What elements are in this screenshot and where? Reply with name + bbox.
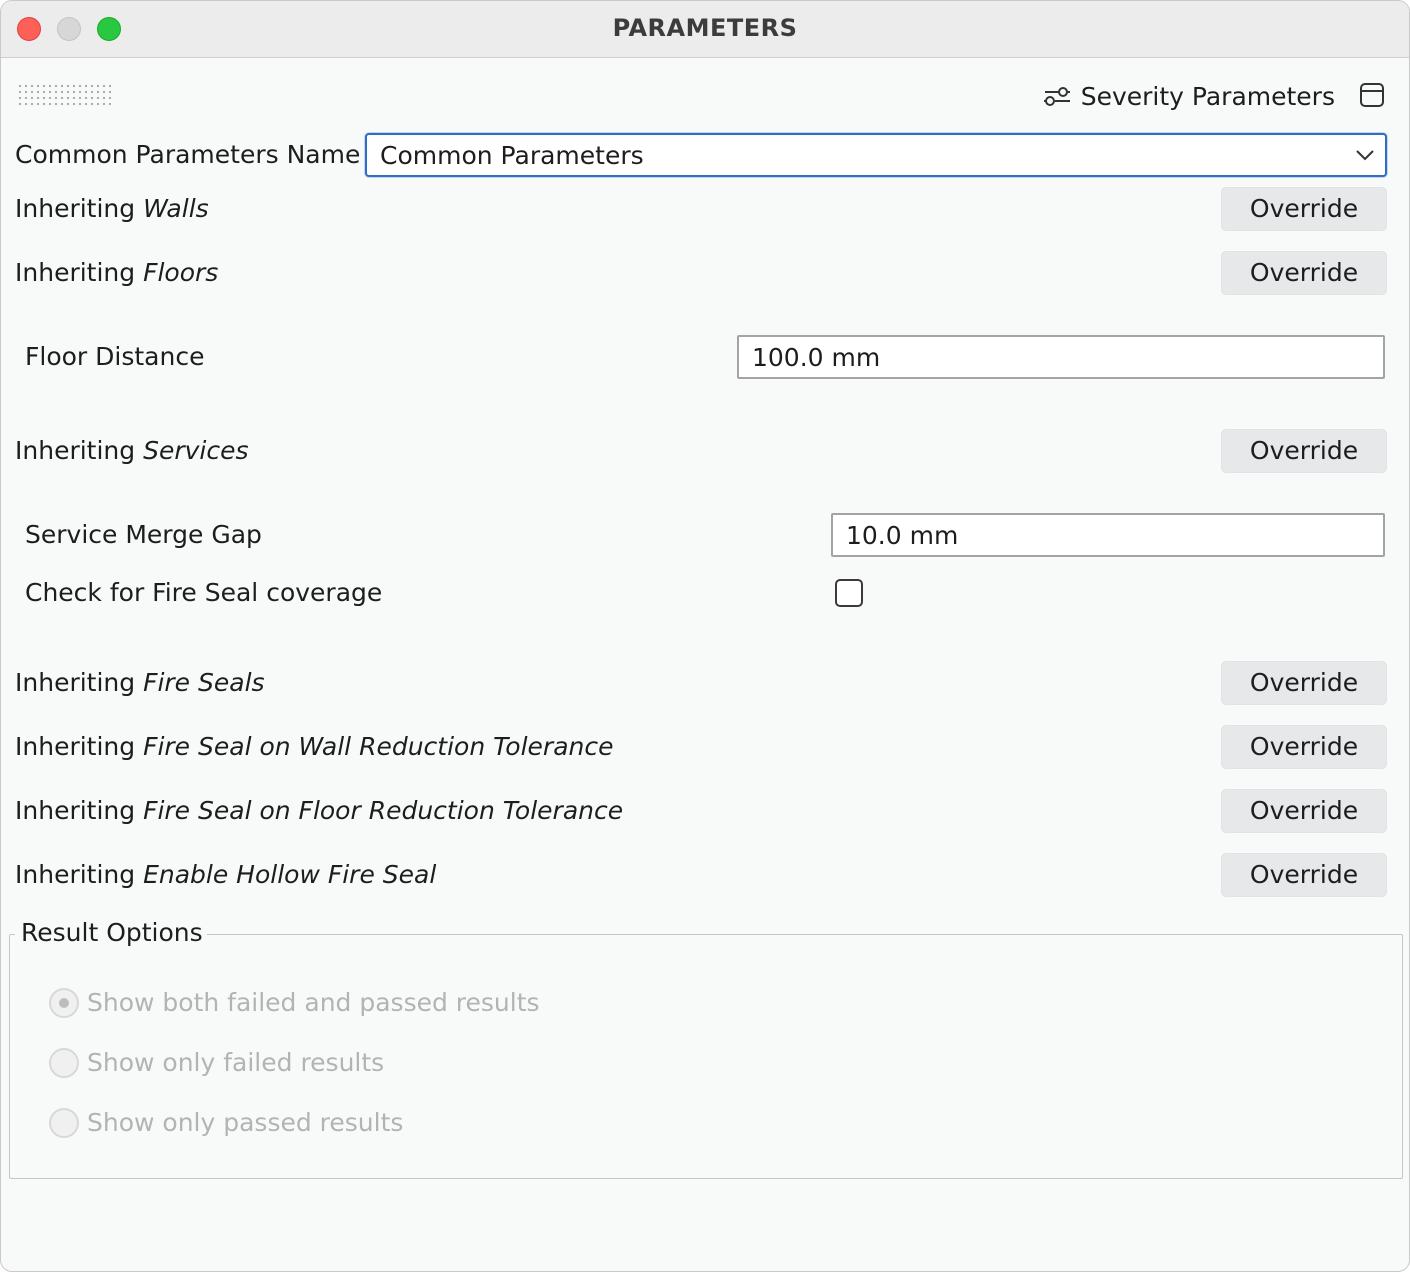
common-parameters-dropdown[interactable]: Common Parameters — [365, 133, 1387, 177]
floor-distance-label: Floor Distance — [25, 342, 205, 371]
radio-passed-results-label[interactable]: Show only passed results — [87, 1108, 403, 1137]
fire-seal-coverage-label: Check for Fire Seal coverage — [25, 578, 383, 607]
parameters-window: PARAMETERS Severity Parameters Common Pa… — [0, 0, 1410, 1272]
sliders-icon — [1043, 87, 1070, 106]
result-options-title: Result Options — [15, 918, 207, 947]
drag-grip-handle[interactable] — [17, 83, 111, 105]
override-floor-tolerance-button[interactable]: Override — [1221, 789, 1387, 833]
floor-distance-input[interactable] — [737, 335, 1385, 379]
common-parameters-selected: Common Parameters — [380, 141, 644, 170]
override-fire-seals-button[interactable]: Override — [1221, 661, 1387, 705]
panel-icon[interactable] — [1359, 82, 1385, 108]
floor-tolerance-name: Fire Seal on Floor Reduction Tolerance — [143, 796, 624, 825]
inheriting-floor-tolerance-label: Inheriting Fire Seal on Floor Reduction … — [15, 796, 624, 825]
hollow-fire-seal-name: Enable Hollow Fire Seal — [143, 860, 437, 889]
floors-name: Floors — [143, 258, 219, 287]
service-merge-gap-label: Service Merge Gap — [25, 520, 262, 549]
severity-parameters-button[interactable]: Severity Parameters — [1043, 79, 1335, 113]
services-name: Services — [143, 436, 249, 465]
fire-seal-coverage-checkbox[interactable] — [835, 579, 863, 607]
wall-tolerance-name: Fire Seal on Wall Reduction Tolerance — [143, 732, 614, 761]
chevron-down-icon — [1356, 150, 1374, 161]
walls-name: Walls — [143, 194, 209, 223]
override-hollow-fire-seal-button[interactable]: Override — [1221, 853, 1387, 897]
inheriting-walls-label: Inheriting Walls — [15, 194, 209, 223]
radio-passed-results[interactable] — [49, 1108, 79, 1138]
common-parameters-label: Common Parameters Name — [15, 140, 361, 169]
window-title: PARAMETERS — [612, 14, 798, 42]
severity-parameters-label: Severity Parameters — [1080, 81, 1335, 111]
override-floors-button[interactable]: Override — [1221, 251, 1387, 295]
inheriting-hollow-fire-seal-label: Inheriting Enable Hollow Fire Seal — [15, 860, 437, 889]
radio-both-results-label[interactable]: Show both failed and passed results — [87, 988, 540, 1017]
override-wall-tolerance-button[interactable]: Override — [1221, 725, 1387, 769]
radio-failed-results[interactable] — [49, 1048, 79, 1078]
override-walls-button[interactable]: Override — [1221, 187, 1387, 231]
fire-seals-name: Fire Seals — [143, 668, 265, 697]
inheriting-floors-label: Inheriting Floors — [15, 258, 219, 287]
radio-both-results[interactable] — [49, 988, 79, 1018]
override-services-button[interactable]: Override — [1221, 429, 1387, 473]
inheriting-wall-tolerance-label: Inheriting Fire Seal on Wall Reduction T… — [15, 732, 614, 761]
service-merge-gap-input[interactable] — [831, 513, 1385, 557]
inheriting-fire-seals-label: Inheriting Fire Seals — [15, 668, 265, 697]
radio-failed-results-label[interactable]: Show only failed results — [87, 1048, 384, 1077]
title-bar: PARAMETERS — [1, 1, 1409, 58]
inheriting-services-label: Inheriting Services — [15, 436, 249, 465]
